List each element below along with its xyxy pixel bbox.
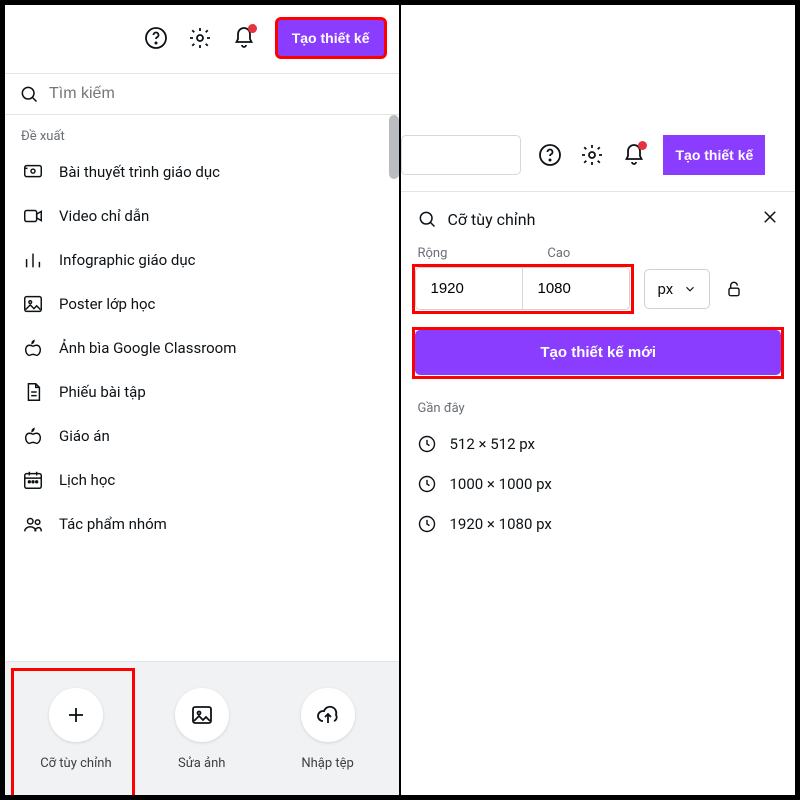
search-stub[interactable] [401, 135, 521, 175]
recent-item-label: 1000 × 1000 px [449, 475, 551, 493]
help-icon[interactable] [143, 25, 169, 51]
template-item-worksheet[interactable]: Phiếu bài tập [5, 370, 399, 414]
recent-item[interactable]: 1920 × 1080 px [415, 504, 781, 544]
bell-icon[interactable] [231, 25, 257, 51]
width-input[interactable] [416, 268, 522, 309]
dimensions-box [415, 267, 630, 310]
chevron-down-icon [683, 282, 697, 296]
template-item-group[interactable]: Tác phẩm nhóm [5, 502, 399, 546]
gear-icon[interactable] [579, 142, 605, 168]
template-item-label: Video chỉ dẫn [59, 207, 149, 225]
scrollbar-thumb[interactable] [389, 115, 399, 179]
footer: Cỡ tùy chỉnh Sửa ảnh Nhập tệp [5, 661, 399, 795]
dimension-labels: Rộng Cao [415, 246, 781, 267]
template-item-label: Lịch học [59, 471, 115, 489]
search-icon [19, 84, 39, 104]
clock-icon [417, 474, 437, 494]
footer-label: Nhập tệp [301, 756, 353, 771]
template-item-classroom[interactable]: Ảnh bìa Google Classroom [5, 326, 399, 370]
recent-item-label: 1920 × 1080 px [449, 515, 551, 533]
picture-icon [190, 703, 214, 727]
create-design-button[interactable]: Tạo thiết kế [663, 135, 765, 175]
notification-dot [248, 24, 257, 33]
search-icon [417, 209, 437, 229]
search-input[interactable] [49, 85, 385, 103]
template-item-infographic[interactable]: Infographic giáo dục [5, 238, 399, 282]
template-item-presentation[interactable]: Bài thuyết trình giáo dục [5, 150, 399, 194]
template-item-label: Poster lớp học [59, 295, 155, 313]
help-icon[interactable] [537, 142, 563, 168]
recent-item-label: 512 × 512 px [449, 435, 535, 453]
document-icon [21, 380, 45, 404]
template-item-video[interactable]: Video chỉ dẫn [5, 194, 399, 238]
search-value[interactable]: Cỡ tùy chỉnh [447, 210, 751, 229]
template-item-label: Bài thuyết trình giáo dục [59, 163, 220, 181]
create-design-button[interactable]: Tạo thiết kế [275, 17, 387, 59]
video-icon [21, 204, 45, 228]
close-icon[interactable] [761, 208, 779, 230]
footer-label: Cỡ tùy chỉnh [40, 756, 111, 771]
custom-size-search: Cỡ tùy chỉnh [415, 192, 781, 246]
clock-icon [417, 514, 437, 534]
import-file-button[interactable]: Nhập tệp [268, 688, 388, 771]
cloud-upload-icon [316, 703, 340, 727]
plus-icon [64, 703, 88, 727]
template-item-label: Phiếu bài tập [59, 383, 146, 401]
edit-photo-button[interactable]: Sửa ảnh [142, 688, 262, 771]
lock-aspect-icon[interactable] [724, 279, 744, 299]
gear-icon[interactable] [187, 25, 213, 51]
suggested-label: Đề xuất [5, 115, 399, 150]
recent-item[interactable]: 1000 × 1000 px [415, 464, 781, 504]
custom-size-button[interactable]: Cỡ tùy chỉnh [16, 688, 136, 771]
unit-select[interactable]: px [644, 269, 710, 309]
height-input[interactable] [523, 268, 629, 309]
clock-icon [417, 434, 437, 454]
chart-icon [21, 248, 45, 272]
template-item-label: Giáo án [59, 427, 110, 445]
people-icon [21, 512, 45, 536]
presentation-icon [21, 160, 45, 184]
apple-icon [21, 336, 45, 360]
recent-item[interactable]: 512 × 512 px [415, 424, 781, 464]
template-item-label: Infographic giáo dục [59, 251, 196, 269]
template-list: Bài thuyết trình giáo dục Video chỉ dẫn … [5, 150, 399, 546]
template-item-label: Ảnh bìa Google Classroom [59, 339, 236, 357]
unit-label: px [657, 280, 673, 298]
calendar-icon [21, 468, 45, 492]
template-item-label: Tác phẩm nhóm [59, 515, 167, 533]
panel-step1: Tạo thiết kế Đề xuất Bài thuyết trình gi… [5, 5, 399, 795]
template-item-lesson[interactable]: Giáo án [5, 414, 399, 458]
footer-label: Sửa ảnh [178, 756, 225, 771]
apple-icon [21, 424, 45, 448]
height-label: Cao [547, 246, 570, 261]
top-header-right: Tạo thiết kế [401, 125, 795, 185]
template-scroll: Đề xuất Bài thuyết trình giáo dục Video … [5, 115, 399, 537]
dimensions-row: px [415, 267, 781, 310]
search-row[interactable] [5, 73, 399, 115]
recent-label: Gần đây [417, 401, 781, 416]
image-icon [21, 292, 45, 316]
top-header: Tạo thiết kế [5, 5, 399, 73]
template-item-poster[interactable]: Poster lớp học [5, 282, 399, 326]
panel-step2: Tạo thiết kế Cỡ tùy chỉnh Rộng Cao [401, 5, 795, 795]
template-item-calendar[interactable]: Lịch học [5, 458, 399, 502]
width-label: Rộng [417, 246, 447, 261]
create-new-design-button[interactable]: Tạo thiết kế mới [415, 330, 781, 375]
bell-icon[interactable] [621, 142, 647, 168]
